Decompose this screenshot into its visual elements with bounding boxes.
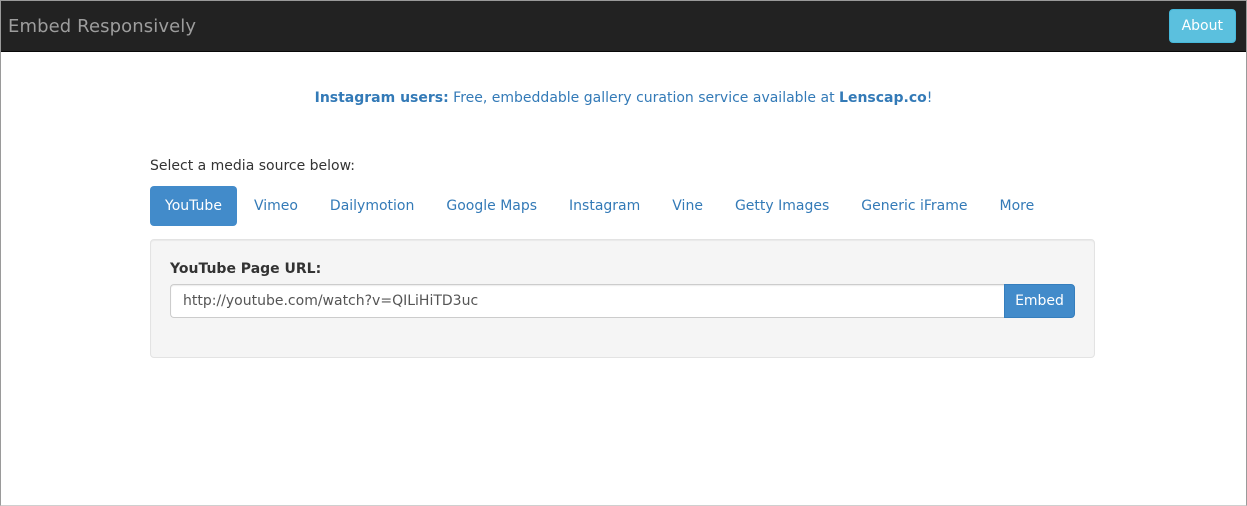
promo-link[interactable]: Lenscap.co: [839, 90, 927, 106]
tab-google-maps[interactable]: Google Maps: [431, 186, 552, 226]
tab-dailymotion[interactable]: Dailymotion: [315, 186, 429, 226]
promo-suffix: !: [926, 90, 933, 106]
source-prompt: Select a media source below:: [150, 158, 356, 174]
promo-banner: Instagram users: Free, embeddable galler…: [1, 90, 1246, 106]
url-field-label: YouTube Page URL:: [170, 261, 322, 277]
tab-generic-iframe[interactable]: Generic iFrame: [846, 186, 982, 226]
tab-more[interactable]: More: [985, 186, 1050, 226]
url-input[interactable]: [170, 284, 1005, 318]
page-frame: Embed Responsively About Instagram users…: [0, 0, 1247, 506]
tab-instagram[interactable]: Instagram: [554, 186, 655, 226]
tab-vimeo[interactable]: Vimeo: [239, 186, 313, 226]
navbar: Embed Responsively About: [1, 1, 1246, 52]
tab-getty-images[interactable]: Getty Images: [720, 186, 844, 226]
promo-text[interactable]: Free, embeddable gallery curation servic…: [449, 90, 839, 106]
about-button[interactable]: About: [1168, 9, 1236, 43]
media-source-tabs: YouTube Vimeo Dailymotion Google Maps In…: [150, 186, 1049, 226]
embed-button[interactable]: Embed: [1004, 284, 1075, 318]
embed-form-panel: YouTube Page URL: Embed: [150, 239, 1095, 358]
promo-bold-prefix[interactable]: Instagram users:: [315, 90, 449, 106]
tab-youtube[interactable]: YouTube: [150, 186, 237, 226]
tab-vine[interactable]: Vine: [657, 186, 718, 226]
brand-title[interactable]: Embed Responsively: [8, 16, 196, 37]
